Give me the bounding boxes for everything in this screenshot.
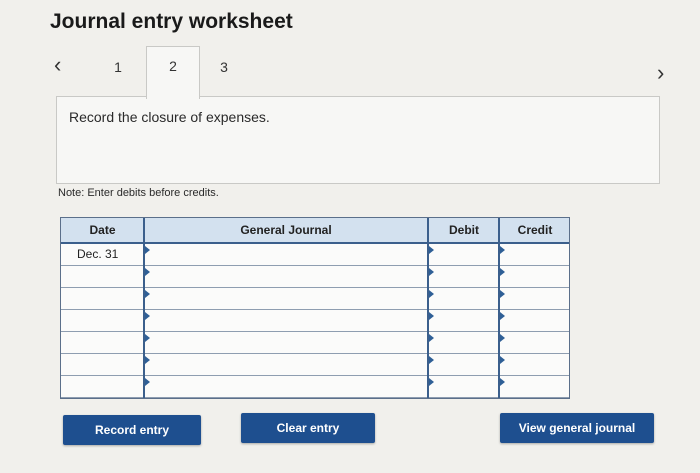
header-general-journal: General Journal <box>240 223 332 237</box>
debit-input[interactable] <box>429 266 498 287</box>
table-row <box>61 288 569 310</box>
credit-input[interactable] <box>500 266 569 287</box>
instruction-panel: Record the closure of expenses. <box>56 96 660 184</box>
debit-input[interactable] <box>429 332 498 353</box>
account-input[interactable] <box>145 376 427 397</box>
account-input[interactable] <box>145 310 427 331</box>
input-marker-icon <box>500 290 505 298</box>
table-row <box>61 310 569 332</box>
credit-input[interactable] <box>500 332 569 353</box>
column-divider <box>427 218 429 398</box>
table-row <box>61 266 569 288</box>
credit-input[interactable] <box>500 288 569 309</box>
tab-2[interactable]: 2 <box>146 46 200 99</box>
page-title: Journal entry worksheet <box>50 10 293 33</box>
journal-header: Date General Journal Debit Credit <box>61 218 569 244</box>
table-row: Dec. 31 <box>61 244 569 266</box>
input-marker-icon <box>429 246 434 254</box>
table-row <box>61 332 569 354</box>
input-marker-icon <box>500 268 505 276</box>
input-marker-icon <box>429 356 434 364</box>
input-marker-icon <box>145 378 150 386</box>
clear-entry-button[interactable]: Clear entry <box>241 413 375 443</box>
input-marker-icon <box>500 312 505 320</box>
column-divider <box>143 218 145 398</box>
input-marker-icon <box>500 334 505 342</box>
input-marker-icon <box>500 246 505 254</box>
input-marker-icon <box>429 290 434 298</box>
credit-input[interactable] <box>500 376 569 397</box>
input-marker-icon <box>429 312 434 320</box>
account-input[interactable] <box>145 288 427 309</box>
account-input[interactable] <box>145 354 427 375</box>
table-row <box>61 376 569 398</box>
input-marker-icon <box>500 356 505 364</box>
column-divider <box>498 218 500 398</box>
input-marker-icon <box>429 334 434 342</box>
header-date: Date <box>89 223 116 237</box>
input-marker-icon <box>145 290 150 298</box>
chevron-right-icon[interactable]: › <box>657 60 664 86</box>
debit-input[interactable] <box>429 288 498 309</box>
input-marker-icon <box>429 268 434 276</box>
credit-input[interactable] <box>500 310 569 331</box>
journal-table: Date General Journal Debit Credit Dec. 3… <box>60 217 570 399</box>
chevron-left-icon[interactable]: ‹ <box>54 52 61 78</box>
input-marker-icon <box>145 268 150 276</box>
input-marker-icon <box>145 246 150 254</box>
input-marker-icon <box>145 356 150 364</box>
input-marker-icon <box>145 312 150 320</box>
input-marker-icon <box>145 334 150 342</box>
tab-1[interactable]: 1 <box>100 48 136 94</box>
record-entry-button[interactable]: Record entry <box>63 415 201 445</box>
table-row <box>61 354 569 376</box>
debit-input[interactable] <box>429 310 498 331</box>
credit-input[interactable] <box>500 244 569 265</box>
credit-input[interactable] <box>500 354 569 375</box>
account-input[interactable] <box>145 332 427 353</box>
header-credit: Credit <box>517 223 553 237</box>
input-marker-icon <box>429 378 434 386</box>
instruction-text: Record the closure of expenses. <box>69 109 270 125</box>
note-text: Note: Enter debits before credits. <box>58 187 219 199</box>
account-input[interactable] <box>145 266 427 287</box>
view-general-journal-button[interactable]: View general journal <box>500 413 654 443</box>
input-marker-icon <box>500 378 505 386</box>
debit-input[interactable] <box>429 244 498 265</box>
account-input[interactable] <box>145 244 427 265</box>
header-debit: Debit <box>449 223 479 237</box>
tab-3[interactable]: 3 <box>206 48 242 94</box>
debit-input[interactable] <box>429 354 498 375</box>
debit-input[interactable] <box>429 376 498 397</box>
